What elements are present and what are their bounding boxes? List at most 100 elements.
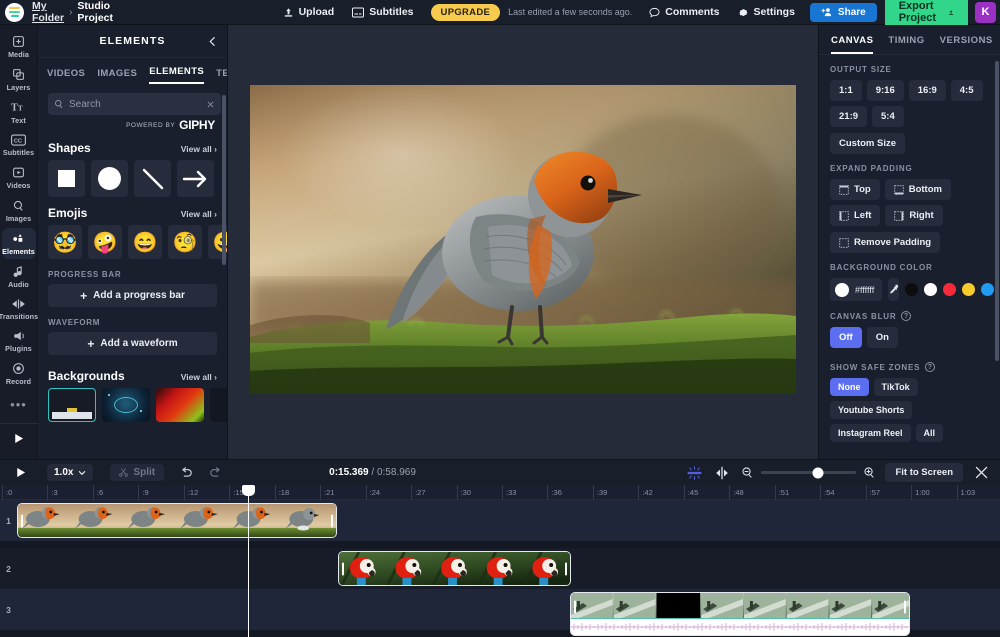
timeline-playhead[interactable]	[248, 485, 249, 637]
upgrade-button[interactable]: UPGRADE	[431, 4, 501, 21]
user-avatar[interactable]: K	[975, 2, 996, 23]
upload-button[interactable]: Upload	[274, 3, 344, 21]
add-progress-bar-button[interactable]: + Add a progress bar	[48, 284, 217, 307]
rail-play-button[interactable]	[0, 423, 38, 450]
sidebar-item-videos[interactable]: Videos	[0, 161, 38, 194]
sidebar-item-plugins[interactable]: Plugins	[0, 325, 38, 357]
emoji-item[interactable]: 😄	[128, 225, 162, 259]
eyedropper-button[interactable]	[888, 278, 899, 301]
undo-button[interactable]	[180, 467, 193, 478]
split-playhead-button[interactable]	[715, 466, 729, 480]
add-waveform-button[interactable]: + Add a waveform	[48, 332, 217, 355]
sidebar-item-layers[interactable]: Layers	[0, 63, 38, 96]
help-circle-icon[interactable]: ?	[901, 311, 911, 321]
zoom-in-button[interactable]	[863, 466, 876, 479]
playback-speed-dropdown[interactable]: 1.0x	[47, 464, 93, 481]
ratio-16-9[interactable]: 16:9	[909, 80, 946, 101]
background-tile-dark[interactable]	[210, 388, 227, 422]
clip-handle-left[interactable]	[342, 562, 344, 575]
help-circle-icon[interactable]: ?	[925, 362, 935, 372]
canvas-blur-on[interactable]: On	[867, 327, 898, 348]
padding-top-button[interactable]: Top	[830, 179, 880, 200]
safe-zone-none[interactable]: None	[830, 378, 869, 396]
ratio-1-1[interactable]: 1:1	[830, 80, 862, 101]
clip-rail[interactable]	[570, 592, 910, 636]
redo-button[interactable]	[209, 467, 222, 478]
background-color-field[interactable]: #ffffff	[830, 278, 882, 301]
sidebar-item-audio[interactable]: Audio	[0, 260, 38, 293]
clip-handle-right[interactable]	[331, 514, 333, 527]
share-button[interactable]: Share	[810, 3, 877, 22]
shape-arrow[interactable]	[177, 160, 214, 197]
shapes-view-all[interactable]: View all ›	[181, 144, 217, 154]
panel-collapse-button[interactable]	[207, 34, 218, 52]
clip-handle-left[interactable]	[574, 601, 576, 614]
tab-canvas[interactable]: CANVAS	[831, 35, 873, 54]
ratio-4-5[interactable]: 4:5	[951, 80, 983, 101]
timeline-zoom-slider[interactable]	[761, 471, 856, 474]
breadcrumb-folder[interactable]: My Folder	[32, 0, 64, 24]
emojis-view-all[interactable]: View all ›	[181, 209, 217, 219]
tab-templates[interactable]: TEM	[216, 68, 228, 84]
remove-padding-button[interactable]: Remove Padding	[830, 232, 940, 253]
right-panel-scrollbar[interactable]	[995, 61, 999, 361]
canvas-blur-off[interactable]: Off	[830, 327, 862, 348]
video-preview[interactable]	[250, 85, 796, 394]
clip-handle-right[interactable]	[904, 601, 906, 614]
zoom-out-button[interactable]	[741, 466, 754, 479]
sidebar-item-transitions[interactable]: Transitions	[0, 293, 38, 325]
sidebar-item-subtitles[interactable]: CC Subtitles	[0, 129, 38, 161]
search-input[interactable]	[69, 99, 201, 110]
background-tile-blue-particles[interactable]	[102, 388, 150, 422]
fit-to-screen-button[interactable]: Fit to Screen	[885, 463, 963, 482]
timeline-close-button[interactable]	[975, 466, 988, 479]
emoji-item[interactable]: 🤪	[88, 225, 122, 259]
swatch-white[interactable]	[924, 283, 937, 296]
tab-images[interactable]: IMAGES	[97, 68, 137, 84]
safe-zone-tiktok[interactable]: TikTok	[874, 378, 918, 396]
background-tile-red-green-gradient[interactable]	[156, 388, 204, 422]
split-button[interactable]: Split	[110, 464, 164, 481]
backgrounds-view-all[interactable]: View all ›	[181, 372, 217, 382]
search-box[interactable]	[48, 93, 221, 115]
comments-button[interactable]: Comments	[640, 3, 728, 21]
shape-circle[interactable]	[91, 160, 128, 197]
tab-videos[interactable]: VIDEOS	[47, 68, 85, 84]
panel-scrollbar[interactable]	[222, 95, 226, 265]
safe-zone-youtube-shorts[interactable]: Youtube Shorts	[830, 401, 912, 419]
swatch-yellow[interactable]	[962, 283, 975, 296]
sidebar-more-button[interactable]: •••	[10, 390, 27, 419]
padding-left-button[interactable]: Left	[830, 205, 880, 226]
tab-timing[interactable]: TIMING	[888, 35, 924, 54]
timeline-ruler[interactable]: :0:3:6:9:12:15:18:21:24:27:30:33:36:39:4…	[0, 485, 1000, 500]
studio-logo[interactable]	[5, 3, 24, 22]
swatch-blue[interactable]	[981, 283, 994, 296]
shape-line[interactable]	[134, 160, 171, 197]
clip-handle-right[interactable]	[565, 562, 567, 575]
clear-x-icon[interactable]	[206, 100, 215, 109]
clip-macaw[interactable]	[338, 551, 571, 586]
timeline-zoom-knob[interactable]	[812, 467, 823, 478]
settings-button[interactable]: Settings	[729, 3, 804, 21]
subtitles-button[interactable]: Subtitles	[343, 3, 422, 21]
padding-bottom-button[interactable]: Bottom	[885, 179, 951, 200]
background-tile-teal-frame[interactable]	[48, 388, 96, 422]
timeline-play-button[interactable]	[14, 466, 27, 479]
safe-zone-all[interactable]: All	[916, 424, 944, 442]
swatch-red[interactable]	[943, 283, 956, 296]
padding-right-button[interactable]: Right	[885, 205, 942, 226]
custom-size-button[interactable]: Custom Size	[830, 133, 905, 154]
emoji-item[interactable]: 🧐	[168, 225, 202, 259]
sidebar-item-record[interactable]: Record	[0, 357, 38, 390]
safe-zone-instagram-reel[interactable]: Instagram Reel	[830, 424, 911, 442]
tab-elements[interactable]: ELEMENTS	[149, 66, 204, 84]
clip-handle-left[interactable]	[21, 514, 23, 527]
ratio-9-16[interactable]: 9:16	[867, 80, 904, 101]
swatch-black[interactable]	[905, 283, 918, 296]
sidebar-item-text[interactable]: T T Text	[0, 96, 38, 129]
sidebar-item-images[interactable]: Images	[0, 194, 38, 227]
sidebar-item-elements[interactable]: Elements	[0, 227, 38, 260]
ratio-21-9[interactable]: 21:9	[830, 106, 867, 127]
clip-bird[interactable]	[17, 503, 337, 538]
tab-versions[interactable]: VERSIONS	[940, 35, 993, 54]
